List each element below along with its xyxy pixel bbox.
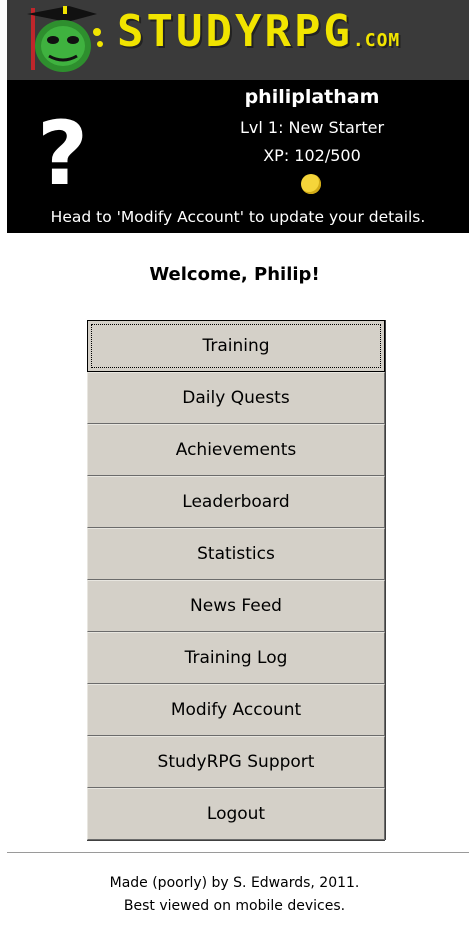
site-logo[interactable]: STUDYRPG.COM bbox=[117, 6, 400, 57]
username: philiplatham bbox=[244, 86, 380, 108]
footer: Made (poorly) by S. Edwards, 2011. Best … bbox=[0, 872, 469, 918]
news-feed-button[interactable]: News Feed bbox=[87, 580, 385, 632]
training-log-button[interactable]: Training Log bbox=[87, 632, 385, 684]
support-button[interactable]: StudyRPG Support bbox=[87, 736, 385, 788]
avatar-placeholder-icon: ? bbox=[37, 102, 89, 205]
welcome-message: Welcome, Philip! bbox=[149, 264, 320, 285]
site-banner: STUDYRPG.COM bbox=[7, 0, 469, 80]
footer-credit: Made (poorly) by S. Edwards, 2011. bbox=[109, 875, 360, 891]
account-hint: Head to 'Modify Account' to update your … bbox=[50, 208, 426, 226]
xp-text: XP: 102/500 bbox=[263, 146, 361, 165]
logout-button[interactable]: Logout bbox=[87, 788, 385, 840]
statistics-button[interactable]: Statistics bbox=[87, 528, 385, 580]
training-button[interactable]: Training bbox=[87, 320, 385, 372]
achievements-button[interactable]: Achievements bbox=[87, 424, 385, 476]
footer-divider bbox=[7, 852, 469, 853]
main-menu: Training Daily Quests Achievements Leade… bbox=[87, 320, 385, 840]
level-text: Lvl 1: New Starter bbox=[239, 118, 385, 137]
menu-label: Training bbox=[91, 324, 381, 368]
daily-quests-button[interactable]: Daily Quests bbox=[87, 372, 385, 424]
footer-note: Best viewed on mobile devices. bbox=[123, 898, 346, 914]
leaderboard-button[interactable]: Leaderboard bbox=[87, 476, 385, 528]
coin-icon bbox=[301, 174, 321, 194]
logo-tld-text: .COM bbox=[352, 30, 401, 51]
modify-account-button[interactable]: Modify Account bbox=[87, 684, 385, 736]
profile-panel: ? philiplatham Lvl 1: New Starter XP: 10… bbox=[7, 80, 469, 233]
goblin-mascot-icon bbox=[27, 6, 103, 72]
logo-main-text: STUDYRPG bbox=[117, 6, 353, 57]
